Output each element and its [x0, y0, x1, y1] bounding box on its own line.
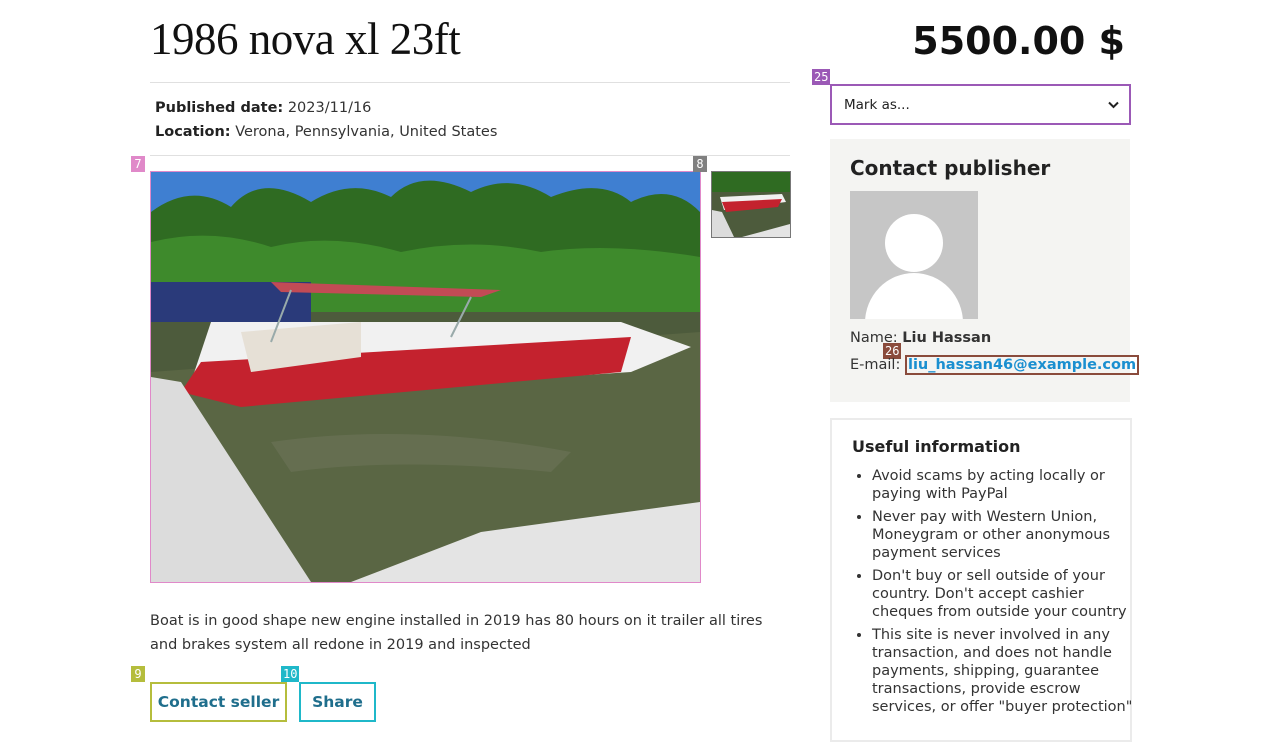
list-item: Never pay with Western Union, Moneygram … — [872, 508, 1134, 562]
divider — [150, 82, 790, 83]
contact-seller-button[interactable]: Contact seller — [150, 682, 287, 722]
share-button[interactable]: Share — [299, 682, 376, 722]
avatar — [850, 191, 978, 319]
mark-9: 9 — [131, 666, 145, 682]
publisher-name: Name: Liu Hassan — [850, 330, 991, 346]
published-value: 2023/11/16 — [287, 100, 372, 116]
listing-description: Boat is in good shape new engine install… — [150, 613, 763, 653]
publisher-email: E-mail: liu_hassan46@example.com — [850, 355, 1140, 375]
boat-photo-icon — [151, 172, 700, 582]
email-label: E-mail: — [850, 357, 901, 373]
list-item: Avoid scams by acting locally or paying … — [872, 467, 1134, 503]
useful-info-list: Avoid scams by acting locally or paying … — [852, 467, 1134, 721]
chevron-down-icon — [1108, 97, 1119, 113]
useful-info-heading: Useful information — [852, 437, 1021, 456]
location: Location: Verona, Pennsylvania, United S… — [155, 122, 497, 142]
boat-thumbnail-icon — [712, 172, 790, 237]
list-item: Don't buy or sell outside of your countr… — [872, 567, 1134, 621]
mark-as-select[interactable]: Mark as... — [830, 84, 1131, 125]
photo-thumbnail[interactable] — [711, 171, 791, 238]
contact-heading: Contact publisher — [850, 156, 1051, 180]
list-item: This site is never involved in any trans… — [872, 626, 1134, 716]
location-label: Location: — [155, 124, 231, 140]
published-date: Published date: 2023/11/16 — [155, 98, 371, 118]
mark-as-value: Mark as... — [844, 96, 910, 113]
listing-price: 5500.00 $ — [912, 19, 1125, 63]
mark-25: 25 — [812, 69, 831, 85]
name-value: Liu Hassan — [902, 330, 992, 346]
mark-10: 10 — [281, 666, 300, 682]
main-photo[interactable] — [150, 171, 701, 583]
mark-8: 8 — [693, 156, 707, 172]
location-value: Verona, Pennsylvania, United States — [235, 124, 498, 140]
mark-7: 7 — [131, 156, 145, 172]
email-link[interactable]: liu_hassan46@example.com — [904, 355, 1140, 375]
published-label: Published date: — [155, 100, 284, 116]
user-silhouette-icon — [865, 214, 963, 319]
listing-title: 1986 nova xl 23ft — [150, 14, 461, 64]
